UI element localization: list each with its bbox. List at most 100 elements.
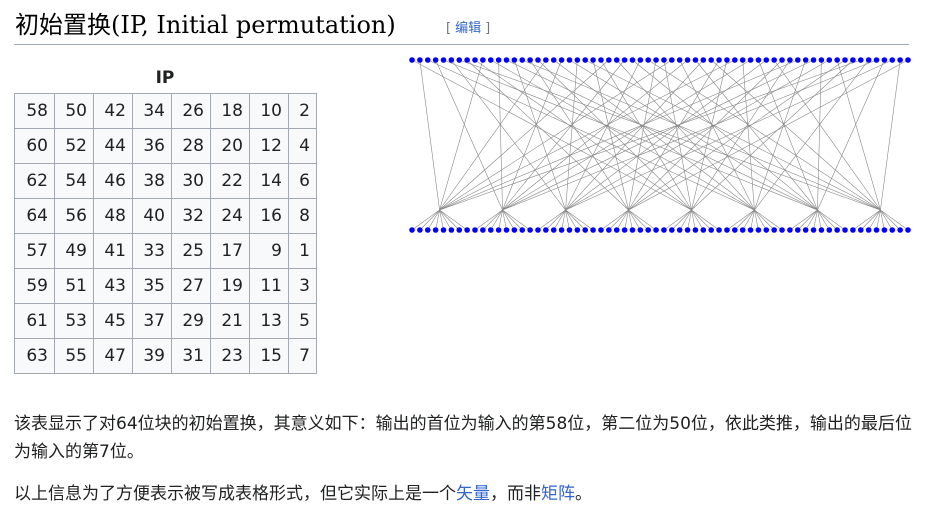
permutation-line [671, 59, 791, 231]
output-bit-dot [739, 227, 746, 233]
input-bit-dot [787, 57, 793, 63]
input-bit-dot [440, 57, 447, 63]
input-bit-dot [716, 57, 722, 63]
input-bit-dot [889, 57, 896, 63]
table-cell: 30 [171, 163, 211, 199]
table-cell: 49 [54, 233, 94, 269]
input-bit-dot [432, 57, 439, 63]
output-bit-dot [566, 227, 573, 233]
input-bit-dot [700, 57, 707, 63]
permutation-line [537, 59, 704, 231]
table-cell: 18 [210, 93, 250, 129]
table-cell: 27 [171, 268, 211, 304]
output-bit-dot [873, 227, 880, 233]
output-bit-dot [574, 227, 581, 233]
table-cell: 56 [54, 198, 94, 234]
edit-bracket-close: ] [485, 21, 491, 36]
table-cell: 55 [54, 338, 94, 374]
output-bit-dot [487, 227, 494, 233]
output-bit-dot [598, 227, 604, 233]
input-bit-dot [621, 57, 628, 63]
table-cell: 10 [249, 93, 289, 129]
input-bit-dot [535, 57, 541, 63]
input-bit-dot [456, 57, 463, 63]
input-bit-dot [731, 57, 738, 63]
output-bit-dot [590, 227, 596, 233]
output-bit-dot [535, 227, 541, 233]
input-bit-dot [669, 57, 675, 63]
input-bit-dot [543, 57, 549, 63]
table-row: 63 55 47 39 31 23 15 7 [14, 338, 317, 374]
section-title: 初始置换(IP, Initial permutation) [15, 11, 396, 39]
output-bit-dot [684, 227, 691, 233]
input-bit-dot [747, 57, 754, 63]
table-row: 62 54 46 38 30 22 14 6 [14, 163, 317, 199]
table-cell: 48 [93, 198, 133, 234]
table-cell: 28 [171, 128, 211, 164]
output-bit-dot [424, 227, 431, 233]
note-text-before: 以上信息为了方便表示被写成表格形式，但它实际上是一个 [14, 484, 456, 504]
permutation-line [482, 59, 814, 231]
input-bit-dot [739, 57, 746, 63]
table-cell: 41 [93, 233, 133, 269]
input-bit-dot [865, 57, 872, 63]
input-bit-dot [448, 57, 455, 63]
output-bit-dot [464, 227, 470, 233]
input-bit-dot [661, 57, 667, 63]
input-bit-dot [676, 57, 683, 63]
table-cell: 59 [14, 268, 55, 304]
input-bit-dot [897, 57, 903, 63]
output-bit-dot [550, 227, 557, 233]
table-cell: 26 [171, 93, 211, 129]
output-bit-dot [480, 227, 486, 233]
table-cell: 61 [14, 303, 55, 339]
table-cell: 62 [14, 163, 55, 199]
table-cell: 25 [171, 233, 211, 269]
output-bit-dot [763, 227, 770, 233]
input-bit-dot [818, 57, 825, 63]
input-bit-dot [763, 57, 770, 63]
permutation-line [797, 59, 822, 231]
output-bit-dot [519, 227, 526, 233]
output-bit-dot [653, 227, 659, 233]
matrix-link[interactable]: 矩阵 [541, 484, 575, 504]
output-bit-dot [731, 227, 738, 233]
table-row: 58 50 42 34 26 18 10 2 [14, 93, 317, 129]
table-cell: 16 [249, 198, 289, 234]
output-bit-dot [511, 227, 518, 233]
input-bit-dot [771, 57, 777, 63]
input-bit-dot [495, 57, 502, 63]
table-row: 59 51 43 35 27 19 11 3 [14, 268, 317, 304]
output-bit-dot [645, 227, 651, 233]
input-bit-dot [511, 57, 518, 63]
input-bit-dot [503, 57, 510, 63]
table-cell: 9 [249, 233, 289, 269]
output-bit-dot [779, 227, 785, 233]
vector-link[interactable]: 矢量 [456, 484, 490, 504]
table-cell: 35 [132, 268, 172, 304]
permutation-line [592, 59, 641, 231]
description-paragraph: 该表显示了对64位块的初始置换，其意义如下：输出的首位为输入的第58位，第二位为… [14, 414, 912, 462]
permutation-line [514, 59, 586, 231]
input-bit-dot [629, 57, 636, 63]
table-cell: 44 [93, 128, 133, 164]
input-bit-dot [881, 57, 888, 63]
output-bit-dot [897, 227, 903, 233]
input-bit-dot [424, 57, 431, 63]
output-bit-dot [448, 227, 455, 233]
output-bit-dot [802, 227, 809, 233]
table-cell: 29 [171, 303, 211, 339]
input-bit-dot [857, 57, 864, 63]
permutation-line [498, 59, 688, 231]
table-cell: 58 [14, 93, 55, 129]
edit-link[interactable]: 编辑 [455, 21, 481, 36]
table-cell: 32 [171, 198, 211, 234]
input-bit-dot [724, 57, 730, 63]
table-row: 61 53 45 37 29 21 13 5 [14, 303, 317, 339]
permutation-line [529, 59, 649, 231]
table-cell: 57 [14, 233, 55, 269]
input-bit-dot [487, 57, 494, 63]
input-bit-dot [850, 57, 856, 63]
output-bit-dot [495, 227, 502, 233]
table-cell: 2 [288, 93, 317, 129]
